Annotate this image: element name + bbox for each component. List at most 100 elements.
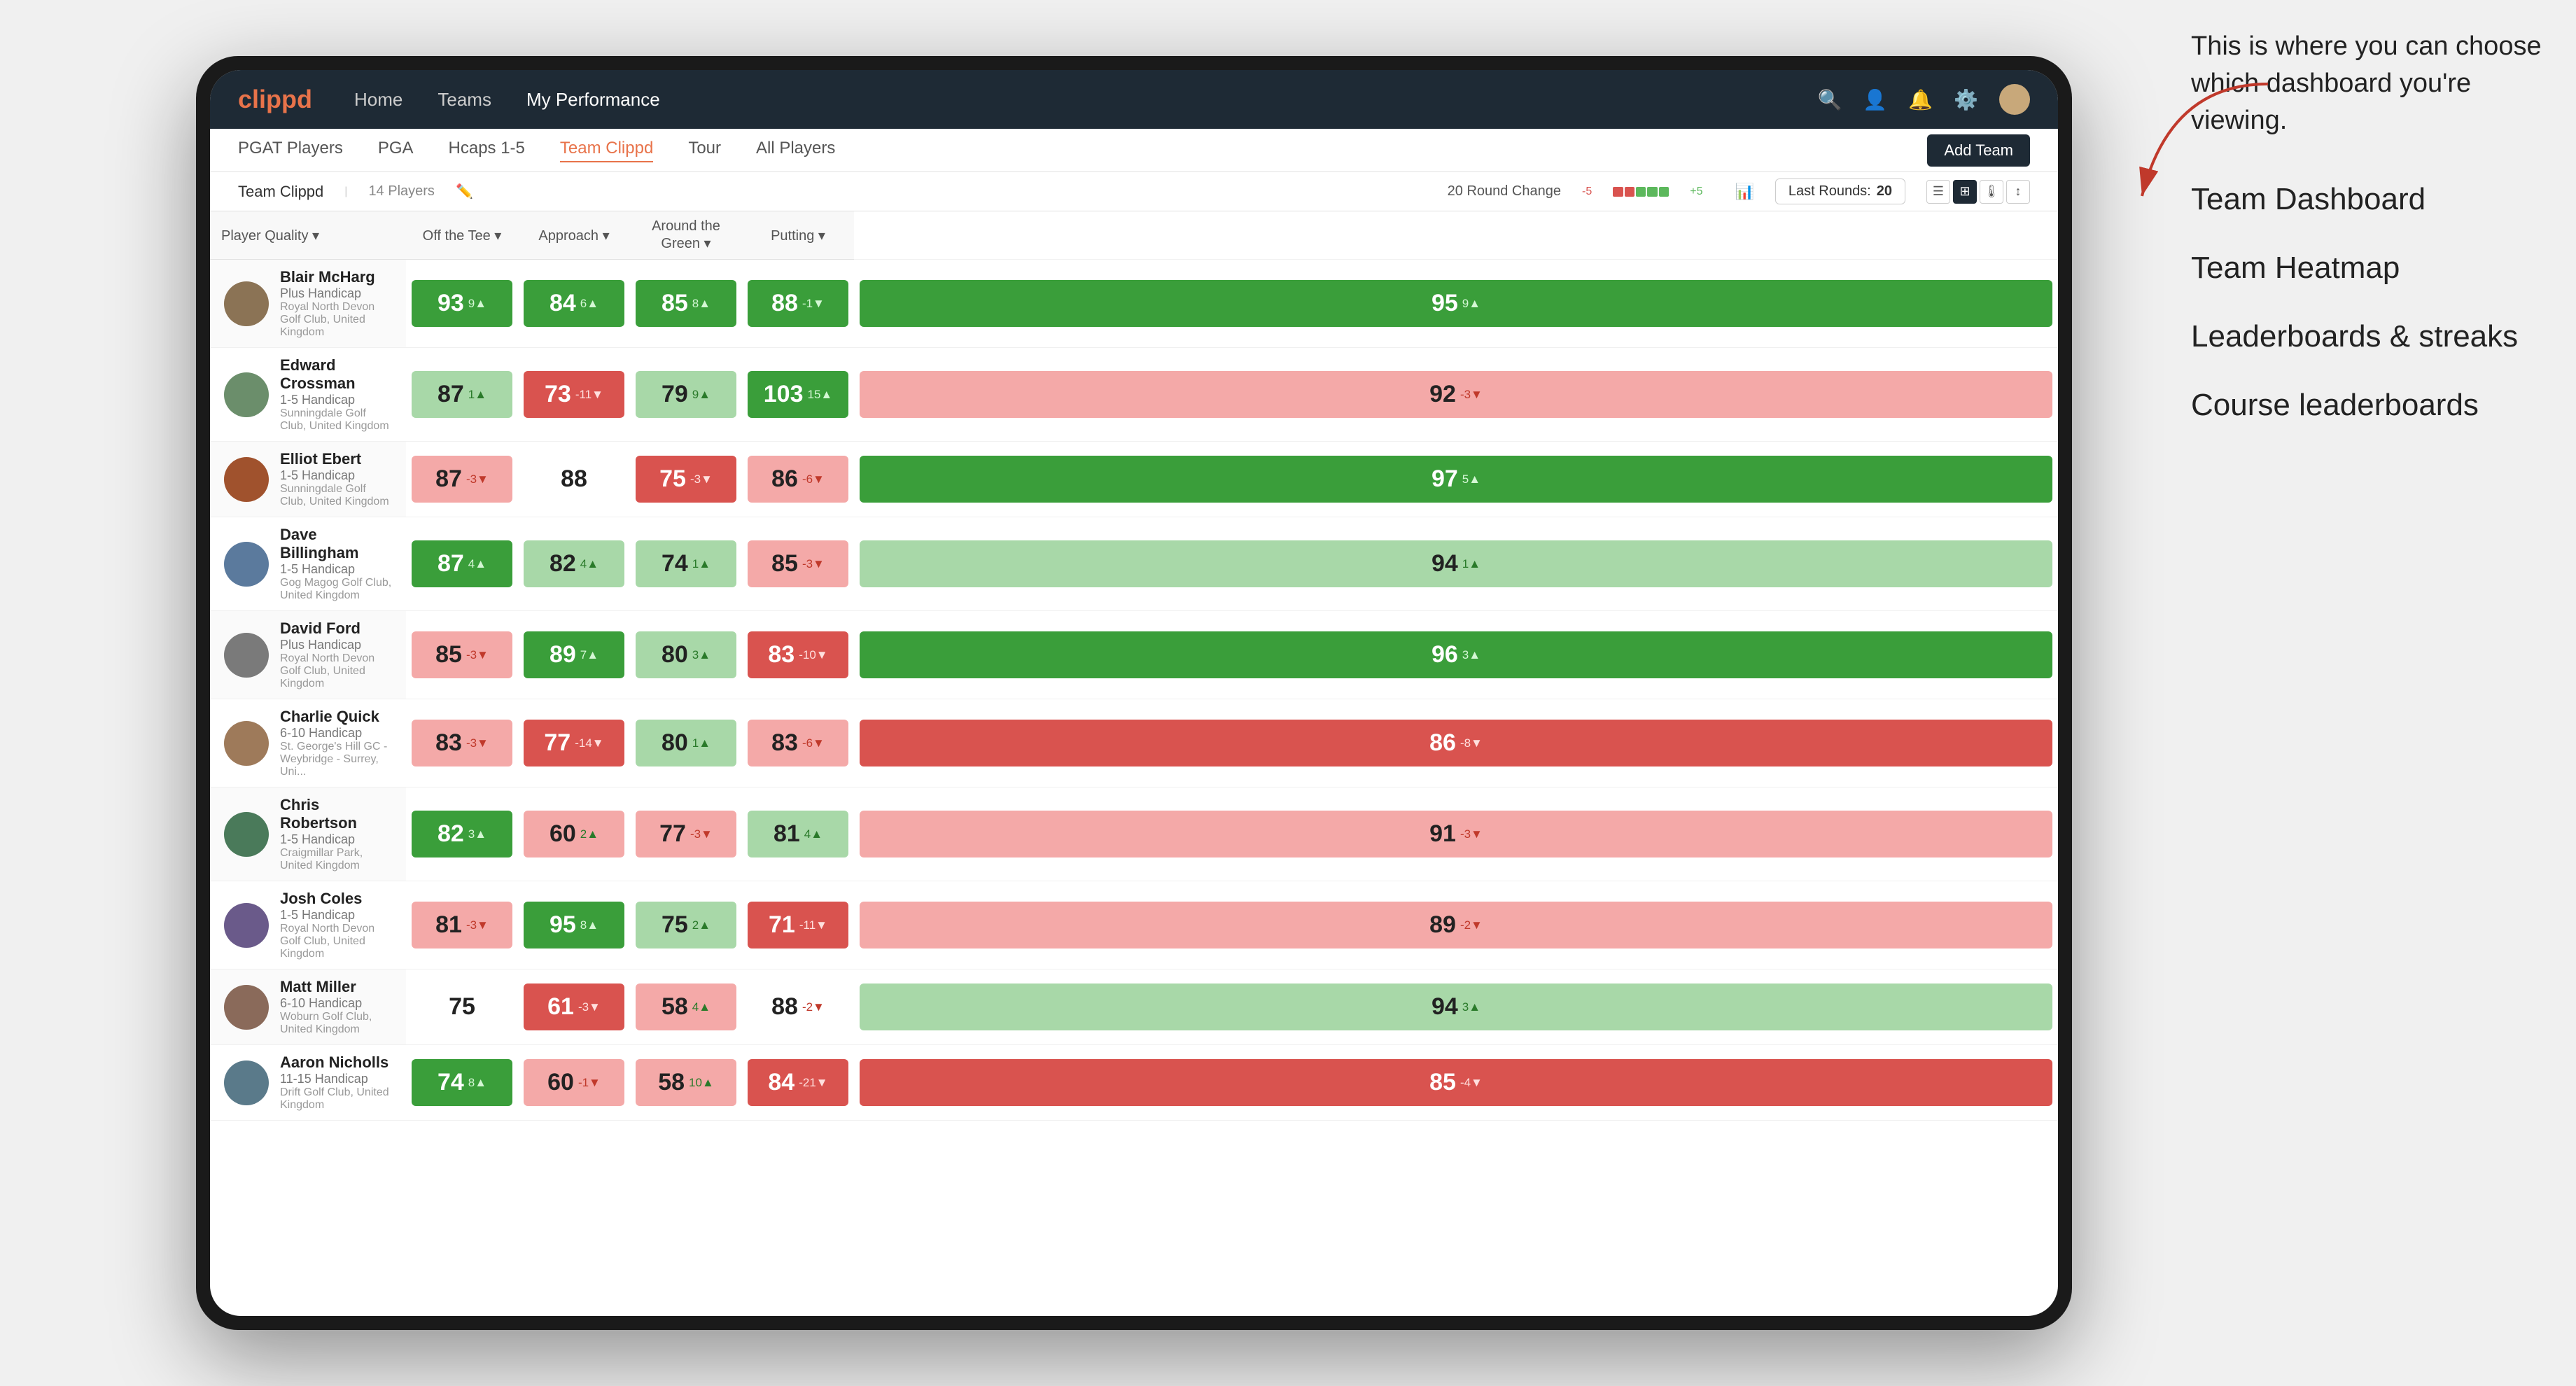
metric-cell-4[interactable]: 94 1▲ (854, 517, 2058, 611)
metric-change: -6▼ (802, 736, 825, 750)
metric-cell-2[interactable]: 79 9▲ (630, 348, 742, 442)
player-cell[interactable]: Charlie Quick 6-10 Handicap St. George's… (210, 699, 406, 788)
col-header-around-green[interactable]: Around the Green ▾ (630, 211, 742, 260)
subnav-tour[interactable]: Tour (688, 139, 721, 162)
metric-cell-4[interactable]: 97 5▲ (854, 442, 2058, 517)
metric-cell-0[interactable]: 85 -3▼ (406, 611, 518, 699)
metric-change: 1▲ (692, 557, 710, 571)
metric-cell-3[interactable]: 81 4▲ (742, 788, 854, 881)
col-header-off-tee[interactable]: Off the Tee ▾ (406, 211, 518, 260)
metric-cell-2[interactable]: 74 1▲ (630, 517, 742, 611)
subnav-team-clippd[interactable]: Team Clippd (560, 139, 653, 162)
metric-change: 4▲ (468, 557, 486, 571)
col-header-putting[interactable]: Putting ▾ (742, 211, 854, 260)
subnav-pgat[interactable]: PGAT Players (238, 139, 343, 162)
subnav-all-players[interactable]: All Players (756, 139, 835, 162)
view-grid[interactable]: ⊞ (1953, 180, 1977, 204)
edit-icon[interactable]: ✏️ (456, 183, 473, 200)
bell-icon[interactable]: 🔔 (1908, 88, 1933, 111)
metric-cell-3[interactable]: 86 -6▼ (742, 442, 854, 517)
nav-home[interactable]: Home (354, 89, 402, 111)
metric-cell-4[interactable]: 94 3▲ (854, 969, 2058, 1045)
metric-cell-1[interactable]: 60 -1▼ (518, 1045, 630, 1121)
metric-cell-0[interactable]: 93 9▲ (406, 260, 518, 348)
player-cell[interactable]: Chris Robertson 1-5 Handicap Craigmillar… (210, 788, 406, 881)
player-cell[interactable]: Dave Billingham 1-5 Handicap Gog Magog G… (210, 517, 406, 611)
team-header: Team Clippd | 14 Players ✏️ 20 Round Cha… (210, 172, 2058, 211)
metric-cell-0[interactable]: 83 -3▼ (406, 699, 518, 788)
col-header-approach[interactable]: Approach ▾ (518, 211, 630, 260)
user-avatar[interactable] (1999, 84, 2030, 115)
metric-cell-2[interactable]: 58 4▲ (630, 969, 742, 1045)
player-cell[interactable]: Elliot Ebert 1-5 Handicap Sunningdale Go… (210, 442, 406, 517)
metric-cell-2[interactable]: 85 8▲ (630, 260, 742, 348)
table-row: Blair McHarg Plus Handicap Royal North D… (210, 260, 2058, 348)
metric-cell-0[interactable]: 87 4▲ (406, 517, 518, 611)
metric-cell-2[interactable]: 58 10▲ (630, 1045, 742, 1121)
player-cell[interactable]: Josh Coles 1-5 Handicap Royal North Devo… (210, 881, 406, 969)
subnav-pga[interactable]: PGA (378, 139, 414, 162)
metric-cell-1[interactable]: 73 -11▼ (518, 348, 630, 442)
player-cell[interactable]: David Ford Plus Handicap Royal North Dev… (210, 611, 406, 699)
player-handicap: 1-5 Handicap (280, 562, 392, 577)
metric-cell-3[interactable]: 103 15▲ (742, 348, 854, 442)
col-header-player[interactable]: Player Quality ▾ (210, 211, 406, 260)
metric-cell-0[interactable]: 87 1▲ (406, 348, 518, 442)
metric-cell-1[interactable]: 77 -14▼ (518, 699, 630, 788)
metric-cell-3[interactable]: 85 -3▼ (742, 517, 854, 611)
metric-cell-3[interactable]: 83 -6▼ (742, 699, 854, 788)
metric-cell-1[interactable]: 95 8▲ (518, 881, 630, 969)
metric-cell-2[interactable]: 80 1▲ (630, 699, 742, 788)
player-info: Blair McHarg Plus Handicap Royal North D… (280, 268, 392, 339)
metric-cell-4[interactable]: 96 3▲ (854, 611, 2058, 699)
metric-cell-3[interactable]: 88 -2▼ (742, 969, 854, 1045)
last-rounds-button[interactable]: Last Rounds: 20 (1775, 178, 1905, 204)
metric-cell-2[interactable]: 80 3▲ (630, 611, 742, 699)
metric-cell-0[interactable]: 82 3▲ (406, 788, 518, 881)
metric-cell-1[interactable]: 82 4▲ (518, 517, 630, 611)
metric-cell-4[interactable]: 85 -4▼ (854, 1045, 2058, 1121)
metric-cell-3[interactable]: 84 -21▼ (742, 1045, 854, 1121)
player-cell[interactable]: Aaron Nicholls 11-15 Handicap Drift Golf… (210, 1045, 406, 1121)
nav-teams[interactable]: Teams (438, 89, 491, 111)
metric-cell-3[interactable]: 71 -11▼ (742, 881, 854, 969)
metric-cell-2[interactable]: 77 -3▼ (630, 788, 742, 881)
metric-cell-3[interactable]: 83 -10▼ (742, 611, 854, 699)
metric-cell-4[interactable]: 91 -3▼ (854, 788, 2058, 881)
player-club: Royal North Devon Golf Club, United King… (280, 301, 392, 339)
tablet-frame: clippd Home Teams My Performance 🔍 👤 🔔 ⚙… (196, 56, 2072, 1330)
metric-cell-1[interactable]: 60 2▲ (518, 788, 630, 881)
metric-change: -6▼ (802, 472, 825, 486)
metric-cell-1[interactable]: 88 (518, 442, 630, 517)
metric-cell-1[interactable]: 84 6▲ (518, 260, 630, 348)
player-cell[interactable]: Edward Crossman 1-5 Handicap Sunningdale… (210, 348, 406, 442)
metric-cell-4[interactable]: 89 -2▼ (854, 881, 2058, 969)
metric-cell-0[interactable]: 75 (406, 969, 518, 1045)
view-heat[interactable]: 🌡 (1980, 180, 2003, 204)
nav-icons: 🔍 👤 🔔 ⚙️ (1818, 84, 2031, 115)
add-team-button[interactable]: Add Team (1927, 134, 2030, 167)
profile-icon[interactable]: 👤 (1863, 88, 1887, 111)
metric-cell-0[interactable]: 81 -3▼ (406, 881, 518, 969)
metric-cell-4[interactable]: 92 -3▼ (854, 348, 2058, 442)
metric-cell-2[interactable]: 75 2▲ (630, 881, 742, 969)
subnav-hcaps[interactable]: Hcaps 1-5 (449, 139, 525, 162)
metric-cell-0[interactable]: 74 8▲ (406, 1045, 518, 1121)
player-avatar (224, 903, 269, 948)
view-list[interactable]: ☰ (1926, 180, 1950, 204)
metric-cell-0[interactable]: 87 -3▼ (406, 442, 518, 517)
player-cell[interactable]: Matt Miller 6-10 Handicap Woburn Golf Cl… (210, 969, 406, 1045)
round-change-label: 20 Round Change (1448, 183, 1561, 200)
nav-my-performance[interactable]: My Performance (526, 89, 660, 111)
metric-cell-1[interactable]: 61 -3▼ (518, 969, 630, 1045)
metric-cell-2[interactable]: 75 -3▼ (630, 442, 742, 517)
settings-icon[interactable]: ⚙️ (1954, 88, 1978, 111)
metric-cell-4[interactable]: 86 -8▼ (854, 699, 2058, 788)
player-cell[interactable]: Blair McHarg Plus Handicap Royal North D… (210, 260, 406, 348)
metric-cell-4[interactable]: 95 9▲ (854, 260, 2058, 348)
search-icon[interactable]: 🔍 (1818, 88, 1842, 111)
metric-cell-1[interactable]: 89 7▲ (518, 611, 630, 699)
view-more[interactable]: ↕ (2006, 180, 2030, 204)
metric-cell-3[interactable]: 88 -1▼ (742, 260, 854, 348)
player-info: Matt Miller 6-10 Handicap Woburn Golf Cl… (280, 978, 392, 1036)
